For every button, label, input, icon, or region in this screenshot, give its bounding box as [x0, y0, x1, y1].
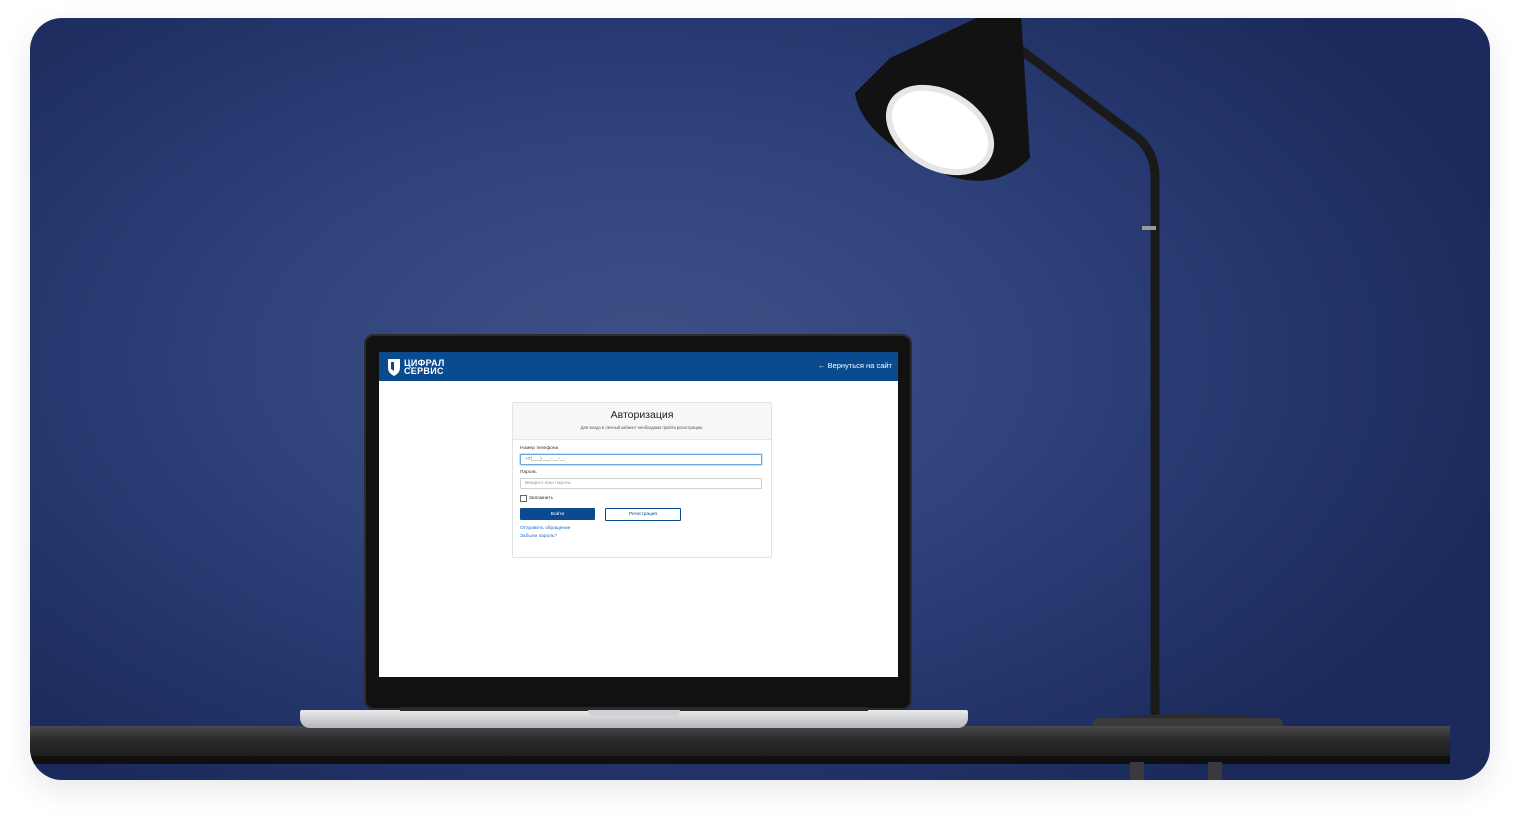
- send-request-link[interactable]: Отправить обращение: [520, 526, 764, 531]
- desk-surface: [30, 726, 1450, 758]
- laptop-display: ЦИФРАЛ СЕРВИС ← Вернуться на сайт Автори…: [379, 352, 898, 677]
- laptop-base: [300, 707, 968, 728]
- register-button[interactable]: Регистрация: [605, 508, 681, 521]
- login-title: Авторизация: [610, 409, 674, 421]
- login-subtitle: Для входа в личный кабинет необходимо пр…: [580, 425, 704, 430]
- password-input[interactable]: Введите ваш пароль: [520, 478, 762, 489]
- shield-icon: [388, 359, 400, 376]
- phone-label: Номер телефона: [520, 446, 559, 451]
- remember-me[interactable]: Запомнить: [520, 495, 764, 502]
- login-form: Номер телефона +7(___) ___-__-__ Пароль …: [513, 440, 771, 545]
- laptop-notch: [588, 710, 680, 716]
- site-header: ЦИФРАЛ СЕРВИС ← Вернуться на сайт: [379, 352, 898, 381]
- laptop-screen-frame: ЦИФРАЛ СЕРВИС ← Вернуться на сайт Автори…: [364, 334, 912, 710]
- remember-label: Запомнить: [529, 496, 554, 501]
- login-card: Авторизация Для входа в личный кабинет н…: [512, 402, 772, 558]
- back-to-site-link[interactable]: ← Вернуться на сайт: [818, 361, 892, 370]
- desk-edge: [30, 756, 1450, 764]
- logo[interactable]: ЦИФРАЛ СЕРВИС: [387, 356, 445, 378]
- desk-leg: [1208, 762, 1222, 780]
- logo-text: ЦИФРАЛ СЕРВИС: [404, 359, 445, 376]
- hero-card: ЦИФРАЛ СЕРВИС ← Вернуться на сайт Автори…: [30, 18, 1490, 780]
- remember-checkbox[interactable]: [520, 495, 527, 502]
- logo-line-2: СЕРВИС: [404, 366, 444, 376]
- forgot-password-link[interactable]: Забыли пароль?: [520, 534, 764, 539]
- phone-input[interactable]: +7(___) ___-__-__: [520, 454, 762, 465]
- password-label: Пароль: [520, 470, 537, 475]
- desk-leg: [1130, 762, 1144, 780]
- login-card-header: Авторизация Для входа в личный кабинет н…: [513, 403, 771, 440]
- login-actions: Войти Регистрация: [520, 508, 764, 521]
- login-button[interactable]: Войти: [520, 508, 595, 520]
